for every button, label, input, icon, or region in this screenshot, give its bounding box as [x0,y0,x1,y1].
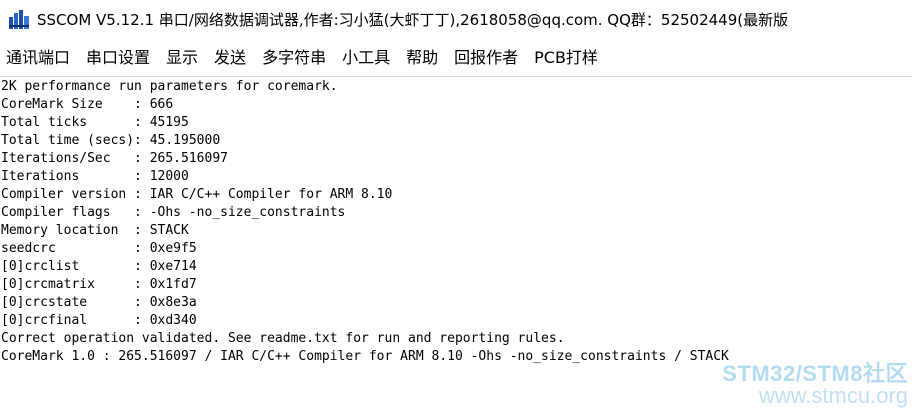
watermark-title: STM32/STM8社区 [722,361,908,386]
output-line: Iterations/Sec : 265.516097 [1,151,228,166]
window-title: SSCOM V5.12.1 串口/网络数据调试器,作者:习小猛(大虾丁丁),26… [37,10,789,29]
menu-item-comm-port[interactable]: 通讯端口 [0,44,76,68]
output-line: seedcrc : 0xe9f5 [1,241,197,256]
output-line: [0]crcmatrix : 0x1fd7 [1,277,197,292]
output-line: [0]crcstate : 0x8e3a [1,295,197,310]
output-line: [0]crclist : 0xe714 [1,259,197,274]
output-line: Compiler flags : -Ohs -no_size_constrain… [1,205,346,220]
output-line: Total ticks : 45195 [1,115,189,130]
output-line: CoreMark 1.0 : 265.516097 / IAR C/C++ Co… [1,349,729,364]
output-line: 2K performance run parameters for corema… [1,79,338,94]
menu-item-serial-settings[interactable]: 串口设置 [80,44,156,68]
output-line: Correct operation validated. See readme.… [1,331,565,346]
sscom-app-icon [9,10,29,29]
output-line: Total time (secs): 45.195000 [1,133,221,148]
menu-item-display[interactable]: 显示 [160,44,204,68]
menu-item-send[interactable]: 发送 [208,44,252,68]
site-watermark: STM32/STM8社区 www.stmcu.org [722,363,908,407]
output-line: Iterations : 12000 [1,169,189,184]
menu-item-contact-author[interactable]: 回报作者 [448,44,524,68]
sscom-window: SSCOM V5.12.1 串口/网络数据调试器,作者:习小猛(大虾丁丁),26… [0,0,912,412]
output-line: Memory location : STACK [1,223,189,238]
watermark-url: www.stmcu.org [758,383,908,408]
menu-bar: 通讯端口 串口设置 显示 发送 多字符串 小工具 帮助 回报作者 PCB打样 [0,38,912,74]
menu-item-tools[interactable]: 小工具 [336,44,396,68]
output-lines: 2K performance run parameters for corema… [0,77,912,366]
receive-output-area[interactable]: 2K performance run parameters for corema… [0,76,912,412]
output-line: CoreMark Size : 666 [1,97,174,112]
output-line: [0]crcfinal : 0xd340 [1,313,197,328]
menu-item-help[interactable]: 帮助 [400,44,444,68]
output-line: Compiler version : IAR C/C++ Compiler fo… [1,187,393,202]
menu-item-multi-string[interactable]: 多字符串 [256,44,332,68]
title-bar[interactable]: SSCOM V5.12.1 串口/网络数据调试器,作者:习小猛(大虾丁丁),26… [0,0,912,38]
menu-item-pcb[interactable]: PCB打样 [528,44,604,68]
